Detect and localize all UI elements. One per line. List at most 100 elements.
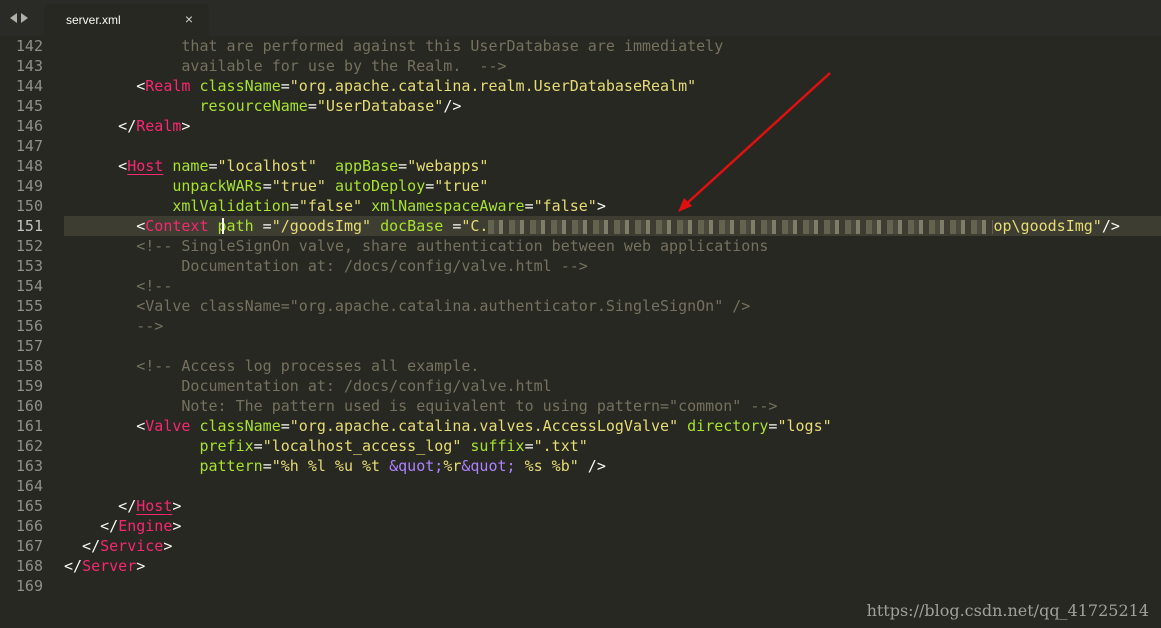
code-line[interactable] [64,136,1161,156]
code-line[interactable]: pattern="%h %l %u %t &quot;%r&quot; %s %… [64,456,1161,476]
code-token: prefix [199,437,254,455]
code-token: Service [100,537,164,555]
tab-label: server.xml [66,13,121,27]
tab-server-xml[interactable]: server.xml × [44,4,209,36]
code-line[interactable]: </Realm> [64,116,1161,136]
line-number: 151 [15,217,43,235]
code-line[interactable]: resourceName="UserDatabase"/> [64,96,1161,116]
code-line-current[interactable]: <Context path ="/goodsImg" docBase ="C. o… [64,216,1161,236]
code-token: Server [82,557,137,575]
code-token: "localhost" [217,157,317,175]
code-token: Documentation at: /docs/config/valve.htm… [64,257,588,275]
tab-navigation [10,11,28,25]
code-token: <!-- SingleSignOn valve, share authentic… [64,237,769,255]
code-editor[interactable]: 142 143 144 145 146 147 148 149 150 151 152 153 154 1… [0,36,1161,628]
code-token: "%h %l %u %t [271,457,390,475]
code-line[interactable]: <Valve className="org.apache.catalina.au… [64,296,1161,316]
code-line[interactable] [64,476,1161,496]
code-token: = [524,197,534,215]
code-token: = [262,177,272,195]
line-number: 158 [15,357,43,375]
code-line[interactable]: <!-- Access log processes all example. [64,356,1161,376]
code-token: that are performed against this UserData… [64,37,724,55]
code-line[interactable]: </Engine> [64,516,1161,536]
code-token: < [64,417,146,435]
code-token: unpackWARs [172,177,263,195]
code-token: = [280,77,290,95]
code-line[interactable]: </Server> [64,556,1161,576]
code-token: Host [127,157,164,175]
code-line[interactable]: Documentation at: /docs/config/valve.htm… [64,256,1161,276]
code-line[interactable] [64,336,1161,356]
code-line[interactable]: --> [64,316,1161,336]
code-line[interactable]: xmlValidation="false" xmlNamespaceAware=… [64,196,1161,216]
code-line[interactable]: Documentation at: /docs/config/valve.htm… [64,376,1161,396]
text-cursor [222,218,224,234]
line-number: 164 [15,477,43,495]
close-icon[interactable]: × [185,11,193,27]
line-number: 150 [15,197,43,215]
code-token: "org.apache.catalina.valves.AccessLogVal… [289,417,679,435]
line-number: 162 [15,437,43,455]
code-line[interactable]: Note: The pattern used is equivalent to … [64,396,1161,416]
code-line[interactable]: </Host> [64,496,1161,516]
triangle-right-icon[interactable] [21,13,28,23]
code-token: = [253,217,272,235]
triangle-left-icon[interactable] [10,13,17,23]
line-number: 142 [15,37,43,55]
code-line[interactable]: <Valve className="org.apache.catalina.va… [64,416,1161,436]
watermark: https://blog.csdn.net/qq_41725214 [866,601,1149,620]
code-line[interactable]: prefix="localhost_access_log" suffix=".t… [64,436,1161,456]
code-line[interactable] [64,576,1161,596]
code-line[interactable]: <Realm className="org.apache.catalina.re… [64,76,1161,96]
code-token: = [524,437,534,455]
code-line[interactable]: that are performed against this UserData… [64,36,1161,56]
code-token: Engine [118,517,173,535]
code-token: "false" [533,197,597,215]
code-token: autoDeploy [334,177,426,195]
line-number: 160 [15,397,43,415]
line-number: 155 [15,297,43,315]
code-line[interactable]: </Service> [64,536,1161,556]
line-number: 167 [15,537,43,555]
code-token: Context [145,217,209,235]
code-token: = [398,157,408,175]
code-token: </ [64,497,137,515]
line-number: 166 [15,517,43,535]
redacted-path [488,219,994,234]
code-line[interactable]: unpackWARs="true" autoDeploy="true" [64,176,1161,196]
code-token: directory [687,417,769,435]
code-token: > [172,517,182,535]
code-token: "UserDatabase" [316,97,444,115]
code-token: = [280,417,290,435]
code-token: "true" [271,177,326,195]
code-token: < [64,157,128,175]
code-area[interactable]: that are performed against this UserData… [64,36,1161,596]
code-token: op\goodsImg" [993,217,1102,235]
line-number: 156 [15,317,43,335]
line-number: 157 [15,337,43,355]
line-number-gutter: 142 143 144 145 146 147 148 149 150 151 152 153 154 1… [0,36,60,628]
code-token: = [443,217,462,235]
code-line[interactable]: <Host name="localhost" appBase="webapps" [64,156,1161,176]
code-token: docBase [380,217,444,235]
code-token: xmlValidation [172,197,290,215]
code-line[interactable]: <!-- [64,276,1161,296]
tab-bar: server.xml × [0,0,1161,37]
code-token: /> [1101,217,1120,235]
code-token: pattern [199,457,263,475]
code-token: Host [136,497,173,515]
code-token: "localhost_access_log" [262,437,462,455]
line-number: 145 [15,97,43,115]
code-token: </ [64,537,101,555]
line-number: 143 [15,57,43,75]
code-line[interactable]: available for use by the Realm. --> [64,56,1161,76]
code-line[interactable]: <!-- SingleSignOn valve, share authentic… [64,236,1161,256]
code-token: ".txt" [533,437,588,455]
line-number: 147 [15,137,43,155]
